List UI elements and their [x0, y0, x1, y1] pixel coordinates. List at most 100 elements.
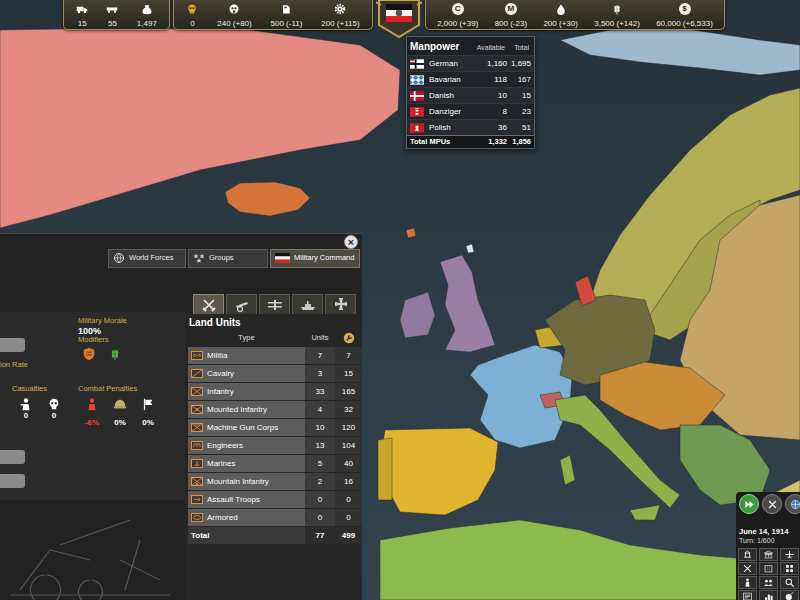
- resource-item[interactable]: M800 (-23): [486, 0, 535, 30]
- unit-category-tabs: [185, 294, 362, 314]
- unit-row[interactable]: Assault Troops00: [188, 491, 359, 508]
- imperial-flag-icon[interactable]: [376, 0, 422, 38]
- shield-icon: [82, 347, 96, 361]
- resource-item[interactable]: 15: [67, 0, 97, 30]
- oil-drop-icon: [555, 3, 567, 15]
- resource-item[interactable]: 1,497: [128, 0, 166, 30]
- land-units-table: Land UnitsTypeUnitsMilitia77Cavalry315In…: [185, 314, 362, 600]
- panel-tab[interactable]: Military Command: [270, 249, 360, 268]
- side-button[interactable]: [0, 450, 25, 464]
- resource-value: 2,000 (+39): [437, 19, 478, 28]
- game-date: June 14, 1914: [739, 528, 798, 537]
- unit-type: Mountain Infantry: [207, 477, 269, 486]
- grain-icon: [611, 3, 623, 15]
- table-header: TypeUnits: [188, 331, 359, 345]
- bomb-button[interactable]: [780, 590, 799, 600]
- globe-icon: [113, 252, 125, 264]
- available-value: 10: [475, 91, 507, 100]
- morale-row: Military Morale100%Modifiers: [0, 312, 185, 361]
- nation-name: Polish: [429, 123, 475, 132]
- unit-row[interactable]: Machine Gun Corps10120: [188, 419, 359, 436]
- resource-item[interactable]: $60,000 (+6,533): [648, 0, 721, 30]
- casualties-block: Casualties00: [12, 385, 72, 429]
- iron-cross-icon: [333, 297, 349, 313]
- grid-button[interactable]: [780, 562, 799, 575]
- unit-strength: 165: [335, 383, 362, 400]
- total-value: 1,856: [507, 138, 533, 147]
- close-button[interactable]: ×: [344, 235, 358, 249]
- assault-troops-icon: [191, 495, 203, 504]
- research-button[interactable]: [780, 576, 799, 589]
- battle-button[interactable]: [762, 494, 782, 514]
- turn-counter: Turn: 1/600: [739, 537, 798, 545]
- side-button[interactable]: [0, 338, 25, 352]
- side-button[interactable]: [0, 474, 25, 488]
- cavalry-icon: [191, 369, 203, 378]
- resource-group-right: C2,000 (+39)M800 (-23) 200 (+30) 3,500 (+1…: [425, 0, 725, 30]
- available-value: 1,332: [475, 138, 507, 147]
- resource-item[interactable]: 200 (+115): [312, 0, 369, 30]
- resource-item[interactable]: 240 (+80): [208, 0, 261, 30]
- unit-row[interactable]: Mountain Infantry216: [188, 473, 359, 490]
- unit-row[interactable]: Marines540: [188, 455, 359, 472]
- fast-forward-button[interactable]: [739, 494, 759, 514]
- unit-count: 0: [305, 491, 335, 508]
- unit-category-tab[interactable]: [292, 294, 323, 314]
- resource-item[interactable]: 55: [97, 0, 127, 30]
- unit-row[interactable]: Engineers13104: [188, 437, 359, 454]
- unit-row[interactable]: Infantry33165: [188, 383, 359, 400]
- tab-label: Groups: [209, 254, 234, 263]
- unit-row[interactable]: Armored00: [188, 509, 359, 526]
- total-value: 23: [507, 107, 533, 116]
- unit-row[interactable]: Mounted Infantry432: [188, 401, 359, 418]
- resource-value: 800 (-23): [495, 19, 527, 28]
- resource-item[interactable]: 500 (-11): [261, 0, 312, 30]
- unit-category-tab[interactable]: [193, 294, 224, 314]
- panel-tab[interactable]: Groups: [188, 249, 268, 268]
- unit-row[interactable]: Cavalry315: [188, 365, 359, 382]
- resource-value: 200 (+30): [543, 19, 577, 28]
- penalty-values: -6%0%0%: [78, 411, 162, 429]
- nation-name: German: [429, 59, 475, 68]
- unit-category-tab[interactable]: [325, 294, 356, 314]
- resource-value: 15: [78, 19, 87, 28]
- polish-flag-icon: [410, 123, 424, 133]
- penalty-icons: [78, 397, 162, 411]
- casualty-value: 0: [12, 411, 40, 420]
- resource-value: 200 (+115): [321, 19, 359, 28]
- resource-item[interactable]: 3,500 (+142): [586, 0, 648, 30]
- armored-icon: [191, 513, 203, 522]
- stars-icon: [193, 252, 205, 264]
- resource-item[interactable]: C2,000 (+39): [429, 0, 486, 30]
- plane-button[interactable]: [780, 548, 799, 561]
- danzig-flag-icon: [410, 107, 424, 117]
- resource-value: 55: [108, 19, 117, 28]
- mask-icon: [228, 3, 240, 15]
- penalty-value-cell: -6%: [78, 411, 106, 429]
- german-flag-icon: [410, 59, 424, 69]
- globe-button[interactable]: [785, 494, 800, 514]
- unit-strength: 120: [335, 419, 362, 436]
- unit-count: 4: [305, 401, 335, 418]
- morale-label: Military Morale: [78, 317, 127, 326]
- panel-tab[interactable]: World Forces: [108, 249, 186, 268]
- soldier-button[interactable]: [738, 576, 757, 589]
- manpower-row: Polish3651: [407, 119, 534, 135]
- building-button[interactable]: [759, 562, 778, 575]
- ranking-button[interactable]: [759, 590, 778, 600]
- casualty-item: [12, 397, 40, 411]
- unit-row[interactable]: Militia77: [188, 347, 359, 364]
- soldier-icon: [742, 577, 753, 588]
- penalty-item: [106, 397, 134, 411]
- resource-item[interactable]: 200 (+30): [535, 0, 586, 30]
- military-panel: × World Forces Groups Military Command Milit…: [0, 233, 362, 600]
- unit-category-tab[interactable]: [259, 294, 290, 314]
- helmet-icon: [113, 397, 127, 411]
- diplomacy-button[interactable]: [759, 576, 778, 589]
- resource-item[interactable]: 0: [177, 0, 208, 30]
- swords-button[interactable]: [738, 562, 757, 575]
- bank-button[interactable]: [759, 548, 778, 561]
- unit-category-tab[interactable]: [226, 294, 257, 314]
- army-button[interactable]: [738, 548, 757, 561]
- newspaper-button[interactable]: [738, 590, 757, 600]
